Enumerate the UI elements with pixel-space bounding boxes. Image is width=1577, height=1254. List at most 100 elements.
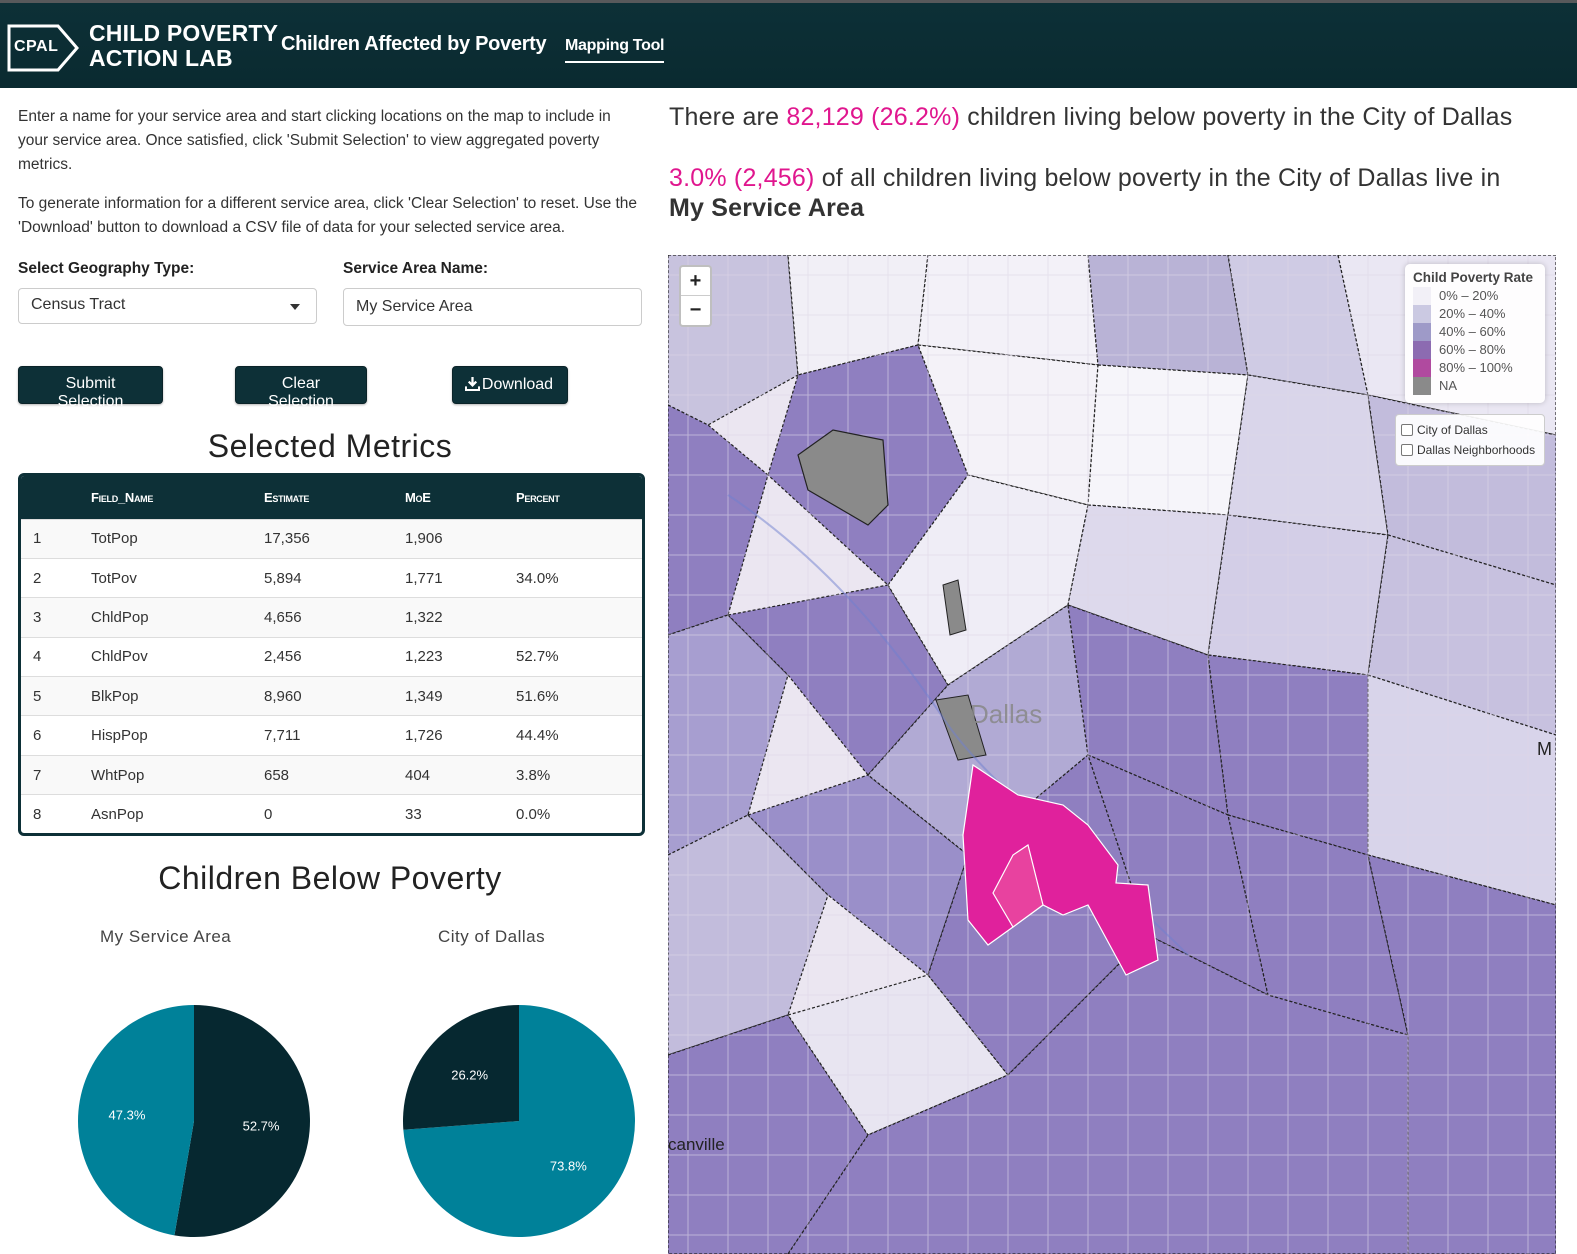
cell-estimate: 0 (264, 806, 273, 824)
download-icon (464, 376, 481, 392)
cell-field-name: TotPop (91, 530, 138, 548)
cell-percent: 3.8% (516, 766, 551, 784)
pie-slice-label: 73.8% (550, 1159, 587, 1174)
cell-field-name: TotPov (91, 569, 137, 587)
zoom-out-button[interactable]: − (681, 296, 710, 325)
org-name-line1: CHILD POVERTY (89, 20, 279, 46)
cell-moe: 1,906 (405, 530, 443, 548)
geography-type-select[interactable]: Census Tract (18, 288, 317, 324)
table-row: 8 AsnPop 0 33 0.0% (21, 794, 642, 833)
legend-swatch (1413, 377, 1431, 395)
cell-index: 4 (33, 648, 42, 666)
service-area-share-stat: 3.0% (2,456) of all children living belo… (669, 163, 1549, 223)
cell-index: 8 (33, 806, 42, 824)
table-row: 1 TotPop 17,356 1,906 (21, 519, 642, 559)
legend-label: 20% – 40% (1439, 306, 1506, 321)
clear-selection-button[interactable]: Clear Selection (235, 366, 367, 410)
legend-title: Child Poverty Rate (1413, 270, 1534, 285)
chevron-down-icon (290, 304, 300, 310)
table-row: 6 HispPop 7,711 1,726 44.4% (21, 715, 642, 755)
layer-toggle-city[interactable]: City of Dallas (1401, 420, 1539, 440)
map-edge-label-right: M (1537, 739, 1552, 759)
legend-label: 0% – 20% (1439, 288, 1499, 303)
children-below-poverty-title: Children Below Poverty (158, 860, 502, 896)
geography-type-label: Select Geography Type: (18, 260, 195, 277)
checkbox-icon[interactable] (1401, 424, 1413, 436)
cell-moe: 1,223 (405, 648, 443, 666)
selected-metrics-title: Selected Metrics (207, 428, 453, 464)
cell-field-name: WhtPop (91, 766, 145, 784)
cell-index: 5 (33, 687, 42, 705)
zoom-control: + − (679, 265, 712, 327)
legend-item: 20% – 40% (1413, 305, 1537, 323)
zoom-in-button[interactable]: + (681, 267, 710, 296)
table-header-estimate[interactable]: Estimate (264, 476, 405, 519)
cell-estimate: 8,960 (264, 687, 302, 705)
cell-field-name: AsnPop (91, 806, 144, 824)
stat1-prefix: There are (669, 103, 787, 131)
legend-label: 80% – 100% (1439, 360, 1513, 375)
map-city-label: Dallas (970, 699, 1042, 729)
choropleth-map[interactable]: Dallas canville M (668, 255, 1556, 1254)
metrics-table: Field_Name Estimate MoE Percent 1 TotPop 1… (18, 473, 645, 836)
stat2-area-name: My Service Area (669, 194, 865, 222)
table-header-moe[interactable]: MoE (405, 476, 516, 519)
cell-field-name: BlkPop (91, 687, 139, 705)
cell-field-name: ChldPop (91, 608, 149, 626)
app-title: Children Affected by Poverty (281, 33, 547, 55)
legend-swatch (1413, 305, 1431, 323)
top-navbar: CPAL CHILD POVERTY ACTION LAB Children A… (0, 0, 1577, 88)
submit-selection-button[interactable]: Submit Selection (18, 366, 163, 410)
cell-percent: 52.7% (516, 648, 559, 666)
cell-percent (516, 598, 642, 637)
table-header-row: Field_Name Estimate MoE Percent (21, 476, 642, 519)
cell-field-name: HispPop (91, 727, 148, 745)
legend-item: 60% – 80% (1413, 341, 1537, 359)
layer-label-city: City of Dallas (1417, 423, 1488, 437)
cell-moe: 1,726 (405, 727, 443, 745)
service-area-name-input[interactable] (343, 288, 642, 326)
cell-estimate: 17,356 (264, 530, 310, 548)
legend-label: 60% – 80% (1439, 342, 1506, 357)
legend-swatch (1413, 341, 1431, 359)
cell-field-name: ChldPov (91, 648, 148, 666)
stat2-text: of all children living below poverty in … (814, 164, 1501, 192)
layer-label-neighborhoods: Dallas Neighborhoods (1417, 443, 1536, 457)
legend-label: NA (1439, 378, 1458, 393)
table-header-field-name[interactable]: Field_Name (91, 476, 264, 519)
tab-mapping-tool[interactable]: Mapping Tool (565, 37, 665, 63)
legend-swatch (1413, 323, 1431, 341)
cell-estimate: 4,656 (264, 608, 302, 626)
cell-estimate: 658 (264, 766, 290, 784)
download-button[interactable]: Download (452, 366, 568, 404)
cell-moe: 404 (405, 766, 431, 784)
cell-moe: 1,349 (405, 687, 443, 705)
table-header-index[interactable] (21, 476, 91, 519)
pie-chart-city[interactable]: 73.8% 26.2% (401, 1003, 637, 1239)
cell-percent: 44.4% (516, 727, 559, 745)
table-row: 4 ChldPov 2,456 1,223 52.7% (21, 637, 642, 676)
cell-index: 6 (33, 727, 42, 745)
stat2-number: 3.0% (2,456) (669, 164, 815, 192)
map-edge-label-left: canville (668, 1135, 725, 1154)
layer-control: City of Dallas Dallas Neighborhoods (1395, 414, 1545, 466)
legend-item: 0% – 20% (1413, 287, 1537, 305)
legend-item: 80% – 100% (1413, 359, 1537, 377)
pie-slice-label: 52.7% (243, 1119, 280, 1134)
pie-slice-label: 47.3% (109, 1107, 146, 1122)
cell-estimate: 2,456 (264, 648, 302, 666)
legend-label: 40% – 60% (1439, 324, 1506, 339)
cell-moe: 33 (405, 806, 422, 824)
table-row: 3 ChldPop 4,656 1,322 (21, 597, 642, 638)
legend-swatch (1413, 287, 1431, 305)
map-canvas[interactable]: Dallas canville M (668, 255, 1556, 1254)
org-name-line2: ACTION LAB (89, 45, 233, 71)
layer-toggle-neighborhoods[interactable]: Dallas Neighborhoods (1401, 440, 1539, 460)
cell-moe: 1,771 (405, 569, 443, 587)
map-legend: Child Poverty Rate 0% – 20% 20% – 40% 40% … (1405, 264, 1545, 403)
legend-item: NA (1413, 377, 1537, 395)
pie-title-service-area: My Service Area (100, 927, 232, 946)
checkbox-icon[interactable] (1401, 444, 1413, 456)
table-header-percent[interactable]: Percent (516, 476, 642, 519)
pie-chart-service-area[interactable]: 52.7% 47.3% (76, 1003, 312, 1239)
